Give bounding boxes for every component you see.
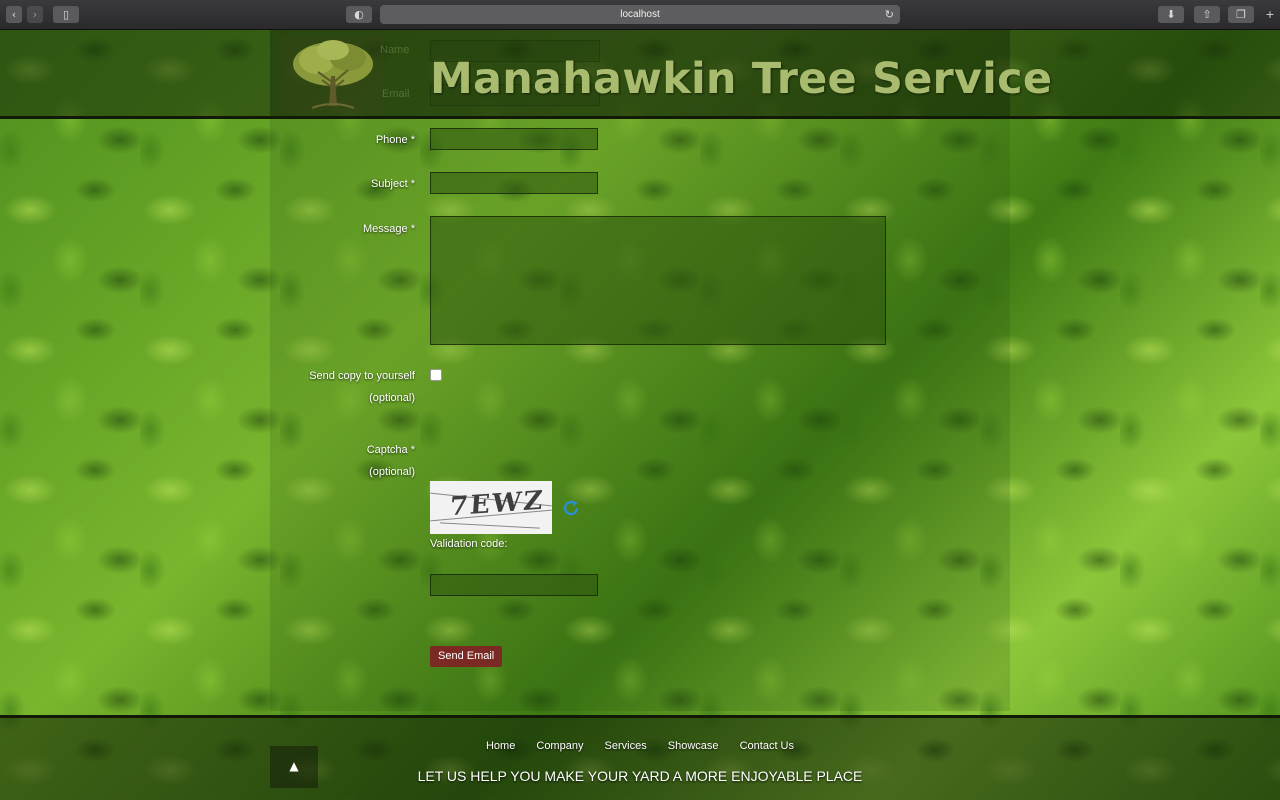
footer-link-showcase[interactable]: Showcase — [668, 740, 719, 752]
plus-icon: + — [1265, 8, 1275, 21]
validation-code-label: Validation code: — [430, 538, 508, 550]
phone-input[interactable] — [430, 128, 598, 150]
footer-link-services[interactable]: Services — [605, 740, 647, 752]
captcha-image: 7EWZ — [430, 481, 552, 534]
send-copy-checkbox[interactable] — [430, 369, 442, 381]
address-bar[interactable]: localhost ↻ — [380, 5, 900, 24]
send-email-button[interactable]: Send Email — [430, 646, 503, 667]
captcha-optional-label: (optional) — [369, 466, 415, 478]
footer-tagline: LET US HELP YOU MAKE YOUR YARD A MORE EN… — [417, 768, 863, 784]
footer-link-company[interactable]: Company — [536, 740, 583, 752]
captcha-label: Captcha * — [366, 444, 415, 456]
chevron-left-icon: ‹ — [11, 8, 17, 21]
subject-input[interactable] — [430, 172, 598, 194]
site-footer: Home Company Services Showcase Contact U… — [0, 715, 1280, 800]
phone-label: Phone * — [375, 134, 415, 146]
ghost-name-label: Name — [380, 44, 410, 56]
site-header: Name Email Manahawkin Tree Service — [0, 30, 1280, 119]
captcha-text: 7EWZ — [448, 485, 546, 523]
tabs-button[interactable]: ❐ — [1228, 6, 1254, 23]
subject-label: Subject * — [370, 178, 415, 190]
forward-button[interactable]: › — [27, 6, 43, 23]
download-button[interactable]: ⬇ — [1158, 6, 1184, 23]
share-icon: ⇧ — [1202, 8, 1212, 21]
copy-label: Send copy to yourself — [309, 370, 415, 382]
footer-link-home[interactable]: Home — [486, 740, 515, 752]
url-text: localhost — [620, 9, 660, 20]
share-button[interactable]: ⇧ — [1194, 6, 1220, 23]
sidebar-button[interactable]: ▯ — [53, 6, 79, 23]
copy-optional-label: (optional) — [369, 392, 415, 404]
site-title: Manahawkin Tree Service — [430, 54, 1053, 104]
validation-code-input[interactable] — [430, 574, 598, 596]
new-tab-button[interactable]: + — [1262, 6, 1278, 23]
ghost-email-label: Email — [382, 88, 410, 100]
tree-icon — [282, 36, 384, 114]
back-button[interactable]: ‹ — [6, 6, 22, 23]
sidebar-icon: ▯ — [62, 8, 70, 21]
chevron-right-icon: › — [32, 8, 38, 21]
footer-nav: Home Company Services Showcase Contact U… — [0, 740, 1280, 752]
reader-icon: ◐ — [354, 8, 364, 21]
message-textarea[interactable] — [430, 216, 886, 345]
contact-form-panel: Phone * Subject * Message * Send copy to… — [270, 119, 1010, 711]
browser-toolbar: ‹ › ▯ ◐ localhost ↻ ⬇ ⇧ ❐ + — [0, 0, 1280, 30]
reload-icon[interactable]: ↻ — [885, 5, 894, 24]
footer-link-contact[interactable]: Contact Us — [740, 740, 794, 752]
message-label: Message * — [363, 223, 415, 235]
captcha-refresh-icon[interactable] — [562, 499, 580, 517]
download-icon: ⬇ — [1166, 8, 1176, 21]
header-inner: Name Email Manahawkin Tree Service — [270, 30, 1052, 116]
reader-button[interactable]: ◐ — [346, 6, 372, 23]
tabs-icon: ❐ — [1236, 8, 1246, 21]
